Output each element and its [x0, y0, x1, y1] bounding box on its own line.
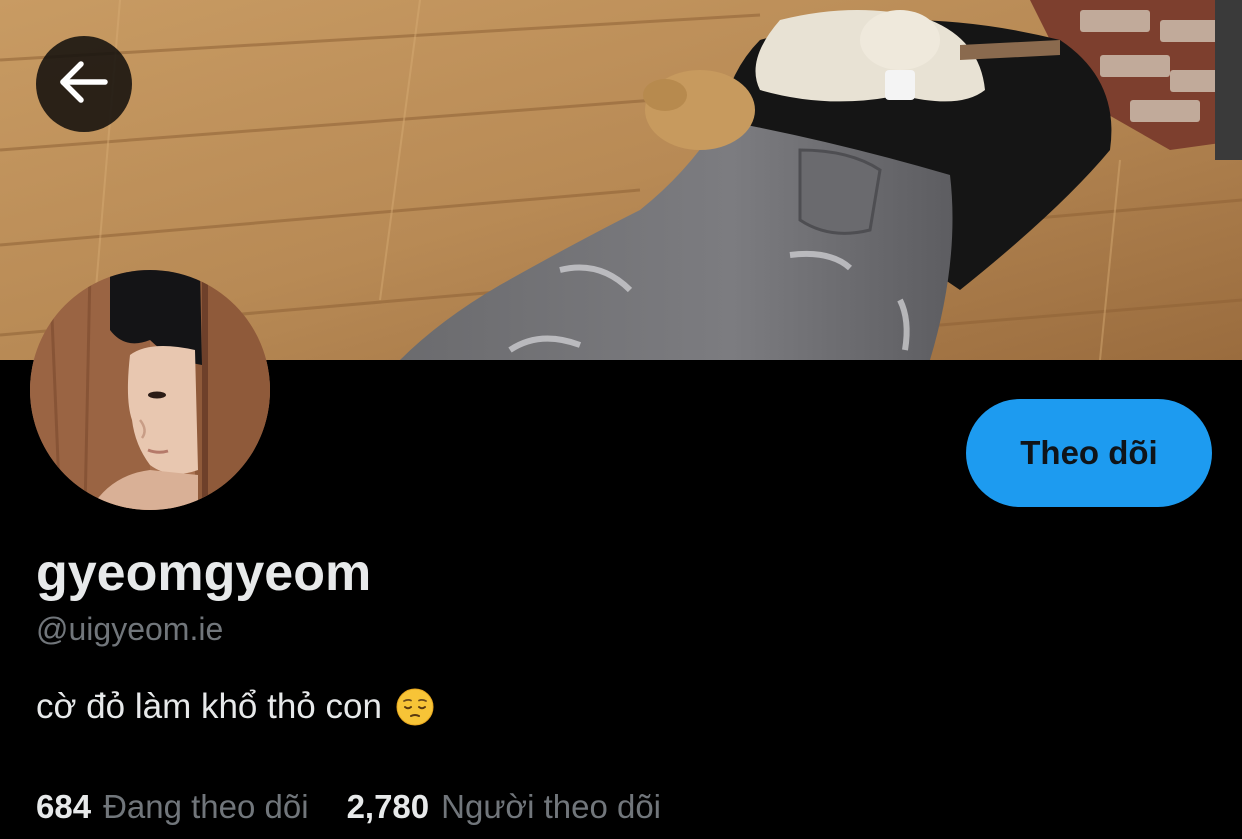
arrow-left-icon [57, 55, 111, 114]
back-button[interactable] [36, 36, 132, 132]
profile-avatar[interactable] [30, 270, 270, 510]
pensive-face-emoji-icon [396, 688, 434, 726]
following-count: 684 [36, 788, 92, 825]
follow-button[interactable]: Theo dõi [966, 399, 1212, 507]
profile-handle: @uigyeom.ie [36, 611, 224, 647]
profile-bio-text: cờ đỏ làm khổ thỏ con [36, 687, 382, 726]
profile-bio: cờ đỏ làm khổ thỏ con [36, 685, 434, 729]
followers-link[interactable]: 2,780 Người theo dõi [347, 786, 661, 828]
following-link[interactable]: 684 Đang theo dõi [36, 786, 309, 828]
followers-label: Người theo dõi [441, 788, 662, 825]
follow-button-label: Theo dõi [1020, 434, 1158, 471]
following-label: Đang theo dõi [103, 788, 309, 825]
followers-count: 2,780 [346, 788, 430, 825]
profile-display-name: gyeomgyeom [36, 544, 372, 602]
profile-stats: 684 Đang theo dõi 2,780 Người theo dõi [36, 786, 661, 828]
